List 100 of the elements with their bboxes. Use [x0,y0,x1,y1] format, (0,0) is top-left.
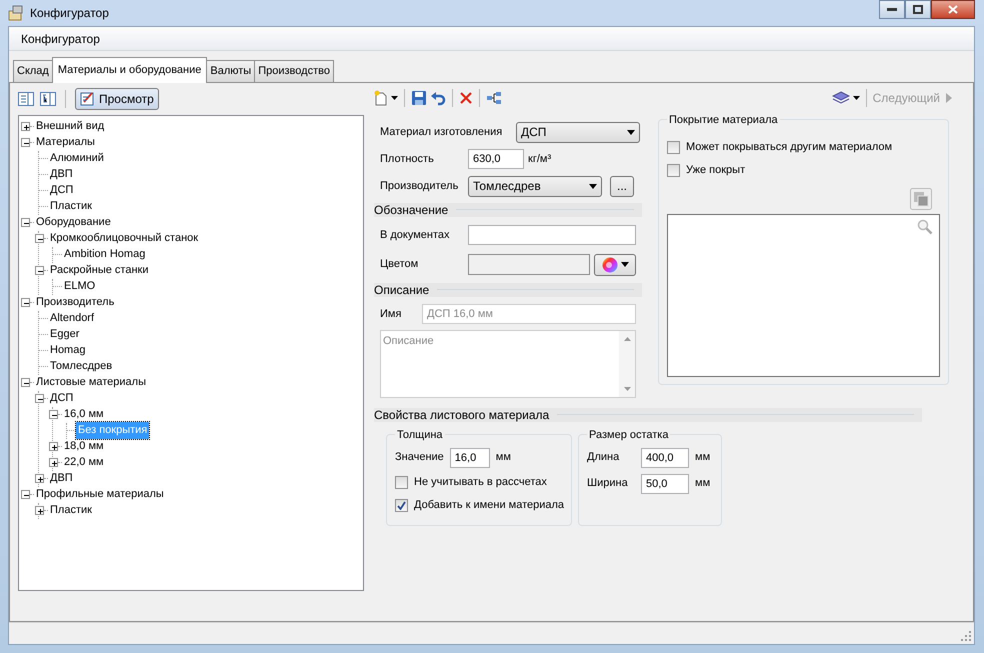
tree-item[interactable]: Оборудование [34,214,113,231]
expand-icon[interactable] [35,506,44,515]
collapse-icon[interactable] [35,266,44,275]
resize-grip-icon[interactable] [961,631,972,642]
field-label: Ширина [587,476,629,492]
stack-icon[interactable] [832,90,850,104]
tree-item[interactable]: ДСП [48,182,76,199]
checkbox[interactable] [667,140,680,154]
minimize-icon [887,8,897,12]
field-label: Цветом [380,257,420,272]
checkbox-label: Уже покрыт [686,162,746,178]
tree-item[interactable]: ДСП [48,390,76,407]
material-dropdown[interactable]: ДСП [516,122,640,142]
tree-item[interactable]: Ambition Homag [62,246,148,263]
field-label: Плотность [380,152,435,167]
app-icon [8,5,24,21]
field-label: Значение [395,450,444,466]
collapse-icon[interactable] [49,410,58,419]
tab[interactable]: Валюты [206,60,256,82]
tree-item[interactable]: 22,0 мм [62,454,106,471]
right-arrow-icon [946,92,952,102]
expand-icon[interactable] [49,458,58,467]
edit-document-icon [80,91,96,106]
caret-icon[interactable] [852,96,860,100]
size-field[interactable]: 400,0 [641,448,689,468]
save-icon[interactable] [411,90,427,106]
unit-label: мм [496,450,511,466]
tree-item[interactable]: Homag [48,342,88,359]
tab[interactable]: Материалы и оборудование [52,57,208,82]
close-button[interactable] [931,0,975,19]
section-title: Описание [374,282,430,298]
maximize-button[interactable] [905,0,931,19]
tree-item[interactable]: Altendorf [48,310,96,327]
field-label: Производитель [380,178,460,194]
tree-item[interactable]: Пластик [48,198,94,215]
header-title: Конфигуратор [21,30,100,48]
tree-item[interactable]: Алюминий [48,150,106,167]
tree-item[interactable]: ДВП [48,166,75,183]
thickness-field[interactable]: 16,0 [450,448,490,468]
color-wheel-icon [602,256,618,272]
collapse-icon[interactable] [21,490,30,499]
minimize-button[interactable] [879,0,905,19]
delete-icon[interactable] [459,90,473,104]
tree-item[interactable]: 16,0 мм [62,406,106,423]
tree-item[interactable]: Пластик [48,502,94,519]
tree-item[interactable]: Внешний вид [34,118,106,135]
tree-item[interactable]: Egger [48,326,82,343]
tree-item[interactable]: Кромкооблицовочный станок [48,230,200,247]
collapse-icon[interactable] [21,218,30,227]
collapse-icon[interactable] [35,234,44,243]
density-field[interactable]: 630,0 [468,149,524,169]
caret-icon [620,262,628,267]
size-field[interactable]: 50,0 [641,474,689,494]
unit-label: кг/м³ [528,152,552,167]
tree-item[interactable]: ELMO [62,278,98,295]
hierarchy-icon[interactable] [486,90,502,104]
tree-item[interactable]: Профильные материалы [34,486,166,503]
checkbox[interactable] [395,498,408,512]
checkbox-label: Добавить к имени материала [414,498,564,513]
unit-label: мм [695,476,710,492]
name-field[interactable]: ДСП 16,0 мм [422,304,636,324]
field-label: Длина [587,450,620,466]
color-picker-button[interactable] [594,254,636,276]
unit-label: мм [695,450,710,466]
field-label: Материал изготовления [380,124,504,140]
checkbox[interactable] [667,164,680,176]
expand-icon[interactable] [35,474,44,483]
expand-icon[interactable] [49,442,58,451]
field-label: В документах [380,228,451,243]
browse-button[interactable]: ... [610,176,634,196]
caret-icon[interactable] [391,96,398,100]
section-title: Свойства листового материала [374,406,550,424]
expand-icon[interactable] [21,122,30,131]
tab[interactable]: Склад [13,60,53,82]
field-label: Имя [380,306,402,322]
collapse-icon[interactable] [35,394,44,403]
collapse-icon[interactable] [21,378,30,387]
caret-icon [627,130,635,134]
tree-view-icon[interactable] [40,92,56,106]
documents-field[interactable] [468,225,636,245]
close-icon [948,5,958,14]
collapse-icon[interactable] [21,298,30,307]
undo-icon[interactable] [430,90,446,106]
tree-item[interactable]: ДВП [48,470,75,487]
tree-item[interactable]: Томлесдрев [48,358,114,375]
tab[interactable]: Производство [254,60,334,82]
collapse-icon[interactable] [21,138,30,147]
tree-item[interactable]: Материалы [34,134,97,151]
tree-item[interactable]: Производитель [34,294,116,311]
checkbox-label: Не учитывать в рассчетах [414,474,547,490]
tree-item[interactable]: Листовые материалы [34,374,148,391]
new-document-icon[interactable] [374,90,388,106]
view-button[interactable]: Просмотр [75,88,159,110]
color-field[interactable] [468,254,590,275]
list-view-icon[interactable] [18,92,34,106]
checkbox[interactable] [395,476,408,488]
section-title: Обозначение [374,202,448,218]
tree-item[interactable]: 18,0 мм [62,438,106,455]
tree-item[interactable]: Раскройные станки [48,262,151,279]
manufacturer-dropdown[interactable]: Томлесдрев [468,176,602,196]
